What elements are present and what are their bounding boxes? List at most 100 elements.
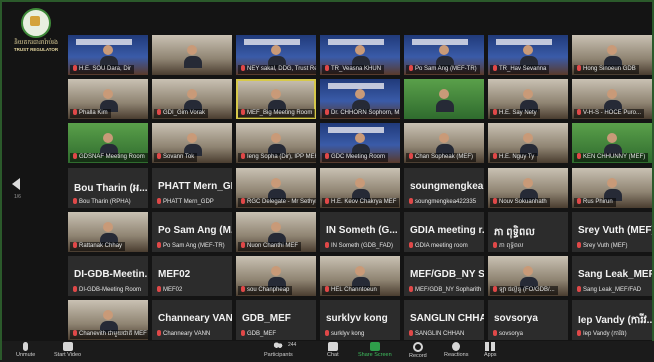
participant-tile[interactable]: Bou Tharin (អ... Bou Tharin (RPHA) — [68, 168, 148, 208]
muted-mic-icon — [577, 109, 581, 115]
apps-button[interactable]: Apps — [484, 342, 497, 358]
participant-tile[interactable]: sovsorya sovsorya — [488, 300, 568, 340]
participant-tile[interactable]: Rattanak Chhay — [68, 212, 148, 252]
participant-name: Nouv Sokuanhath — [499, 199, 547, 205]
participant-tile[interactable]: RGC Delegate - Mr Sethyra — [236, 168, 316, 208]
participant-tile[interactable]: Po Sam Ang (M... Po Sam Ang (MEF-TR) — [152, 212, 232, 252]
participant-tile[interactable]: MEF_Big Meeting Room — [236, 79, 316, 119]
participant-tile[interactable]: Sang Leak_MEF... Sang Leak_MEF/FAD — [572, 256, 652, 296]
muted-mic-icon — [157, 242, 161, 248]
participant-tile[interactable]: H.E. SOU Dara, Dir — [68, 35, 148, 75]
share-screen-icon — [369, 342, 380, 351]
participant-tile[interactable]: Po Sam Ang (MEF-TR) — [404, 35, 484, 75]
participant-name: Chan Sopheak (MEF) — [415, 154, 474, 160]
participant-video-person — [520, 45, 538, 68]
participant-tile[interactable]: DI-GDB-Meetin... DI-GDB-Meeting Room — [68, 256, 148, 296]
participant-tile[interactable]: H.E. Nguy Ty — [488, 123, 568, 163]
participant-tile[interactable]: Srey Vuth (MEF) Srey Vuth (MEF) — [572, 212, 652, 252]
participant-tile[interactable]: surklyv kong surklyv kong — [320, 300, 400, 340]
record-button[interactable]: Record — [409, 342, 427, 359]
participant-display-name: GDIA meeting r... — [410, 225, 484, 236]
participant-name: TR_Hav Sevanna — [499, 66, 547, 72]
participant-video-person — [100, 133, 118, 156]
previous-page-arrow-icon[interactable] — [12, 178, 20, 190]
share-screen-label: Share Screen — [358, 352, 392, 358]
participant-tile[interactable]: H.E. Say Nety — [488, 79, 568, 119]
participant-tile[interactable]: GDSNAF Meeting Room — [68, 123, 148, 163]
participant-tile[interactable]: Nuon Chanthi MEF — [236, 212, 316, 252]
muted-mic-icon — [73, 109, 77, 115]
participant-tile[interactable]: Nouv Sokuanhath — [488, 168, 568, 208]
participant-nameplate: Nuon Chanthi MEF — [238, 242, 302, 251]
muted-mic-icon — [157, 109, 161, 115]
participant-tile[interactable]: Sovann Tok — [152, 123, 232, 163]
participant-name: GDB_MEF — [247, 331, 277, 337]
participant-tile[interactable]: ឡា ផល្លីនូ (FO/GDB/... — [488, 256, 568, 296]
participant-tile[interactable]: Chanevith ជាមួយជាតិ MEF — [68, 300, 148, 340]
participant-tile[interactable]: Hong Sinoeun GDB — [572, 35, 652, 75]
participant-name: Sovann Tok — [163, 154, 195, 160]
participant-tile[interactable]: sou Chanpheap — [236, 256, 316, 296]
participant-video-person — [352, 133, 370, 156]
muted-mic-icon — [409, 198, 413, 204]
participant-tile[interactable]: TR_Hav Sevanna — [488, 35, 568, 75]
participant-tile[interactable]: Channeary VANN Channeary VANN — [152, 300, 232, 340]
participant-tile[interactable]: PHATT Mern_GDP PHATT Mern_GDP — [152, 168, 232, 208]
participant-nameplate: Channeary VANN — [154, 330, 213, 339]
participant-tile[interactable]: IN Someth (G... IN Someth (GDB_FAD) — [320, 212, 400, 252]
muted-mic-icon — [493, 198, 497, 204]
participant-tile[interactable]: GDIA meeting r... GDIA meeting room — [404, 212, 484, 252]
muted-mic-icon — [157, 286, 161, 292]
participant-tile[interactable]: HEL Channtoeun — [320, 256, 400, 296]
participant-tile[interactable]: MEF02 MEF02 — [152, 256, 232, 296]
participant-tile[interactable]: KEN CHHUNNY (MEF) — [572, 123, 652, 163]
participant-video-person — [268, 178, 286, 201]
participant-tile[interactable]: V-H-S - HOCE Puro... — [572, 79, 652, 119]
participant-tile[interactable]: Phalla Kim — [68, 79, 148, 119]
participant-nameplate: sovsorya — [490, 330, 526, 339]
participant-tile[interactable]: Dr. CHHORN Sophorn, M... — [320, 79, 400, 119]
reactions-button[interactable]: Reactions — [444, 342, 468, 358]
participant-video-person — [184, 89, 202, 112]
participant-display-name: Bou Tharin (អ... — [74, 183, 148, 194]
participant-nameplate: soungmengkea422335 — [406, 198, 479, 207]
participant-tile[interactable]: TR_Veasna KHUN — [320, 35, 400, 75]
participant-tile[interactable]: GDB_MEF GDB_MEF — [236, 300, 316, 340]
participant-video-person — [268, 45, 286, 68]
start-video-button[interactable]: Start Video — [54, 342, 81, 358]
participants-count: 244 — [288, 342, 297, 348]
muted-mic-icon — [493, 242, 497, 248]
participant-tile[interactable] — [152, 35, 232, 75]
participant-tile[interactable]: Ieng Sopha (Dir), IPP MEF — [236, 123, 316, 163]
share-screen-button[interactable]: Share Screen — [358, 342, 392, 358]
chat-button[interactable]: Chat — [327, 342, 339, 358]
participant-tile[interactable]: GDI_Gim Vorak — [152, 79, 232, 119]
participant-tile[interactable]: H.E. Keov Chakrya MEF — [320, 168, 400, 208]
participant-tile[interactable]: ភា ពុទ្ធិពល ភា ពុទ្ធិពល — [488, 212, 568, 252]
participant-tile[interactable]: MEF/GDB_NY S... MEF/GDB_NY Sopharith — [404, 256, 484, 296]
participant-name: KEN CHHUNNY (MEF) — [583, 154, 646, 160]
unmute-button[interactable]: Unmute — [16, 342, 35, 358]
participant-display-name: IN Someth (G... — [326, 225, 398, 236]
muted-mic-icon — [409, 286, 413, 292]
participant-tile[interactable] — [404, 79, 484, 119]
participant-name: Sang Leak_MEF/FAD — [583, 287, 642, 293]
start-video-label: Start Video — [54, 352, 82, 358]
participant-tile[interactable]: NEY sakal, DDG, Trust Re — [236, 35, 316, 75]
participant-tile[interactable]: Chan Sopheak (MEF) — [404, 123, 484, 163]
participant-tile[interactable]: Rus Phirun — [572, 168, 652, 208]
muted-mic-icon — [577, 198, 581, 204]
participant-display-name: sovsorya — [494, 313, 538, 324]
participant-tile[interactable]: soungmengkea... soungmengkea422335 — [404, 168, 484, 208]
muted-mic-icon — [73, 65, 77, 71]
participant-name: surklyv kong — [331, 331, 365, 337]
participant-nameplate: KEN CHHUNNY (MEF) — [574, 153, 649, 162]
participant-video-person — [268, 222, 286, 245]
participant-tile[interactable]: SANGLIN CHHAN SANGLIN CHHAN — [404, 300, 484, 340]
participant-name: MEF/GDB_NY Sopharith — [415, 287, 482, 293]
participant-tile[interactable]: GDC Meeting Room — [320, 123, 400, 163]
participant-video-person — [268, 266, 286, 289]
participant-nameplate: IN Someth (GDB_FAD) — [322, 242, 396, 251]
participant-display-name: soungmengkea... — [410, 181, 484, 192]
participant-tile[interactable]: Iep Vandy (ការីវ... Iep Vandy (ការីវរ) — [572, 300, 652, 340]
